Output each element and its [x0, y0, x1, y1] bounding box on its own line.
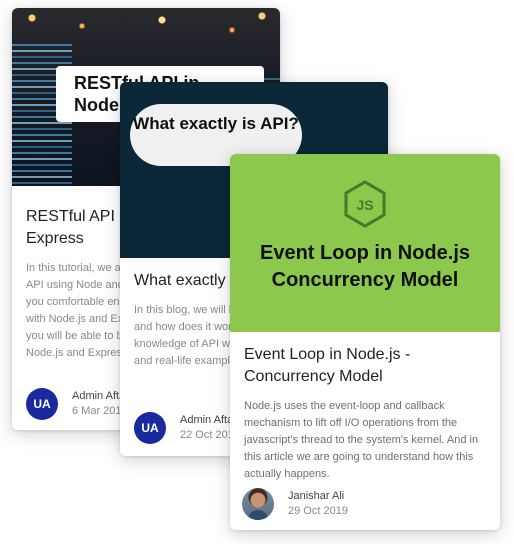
card-image: JS Event Loop in Node.js Concurrency Mod… — [230, 154, 500, 332]
post-date: 29 Oct 2019 — [288, 505, 348, 517]
card-title[interactable]: Event Loop in Node.js - Concurrency Mode… — [244, 344, 486, 388]
image-title: Event Loop in Node.js Concurrency Model — [259, 242, 470, 291]
author-name: Janishar Ali — [288, 490, 345, 502]
author-info: UA Admin Aftab 6 Mar 2019 — [26, 388, 131, 420]
card-description: Node.js uses the event-loop and callback… — [244, 400, 479, 480]
author-info: Janishar Ali 29 Oct 2019 — [242, 488, 348, 520]
svg-text:JS: JS — [356, 197, 373, 213]
author-info: UA Admin Aftab 22 Oct 2019 — [134, 412, 240, 444]
avatar: UA — [26, 388, 58, 420]
nodejs-logo-icon: JS — [344, 180, 386, 228]
avatar — [242, 488, 274, 520]
avatar: UA — [134, 412, 166, 444]
blog-card-event-loop[interactable]: JS Event Loop in Node.js Concurrency Mod… — [230, 154, 500, 530]
card-body: Event Loop in Node.js - Concurrency Mode… — [230, 332, 500, 483]
